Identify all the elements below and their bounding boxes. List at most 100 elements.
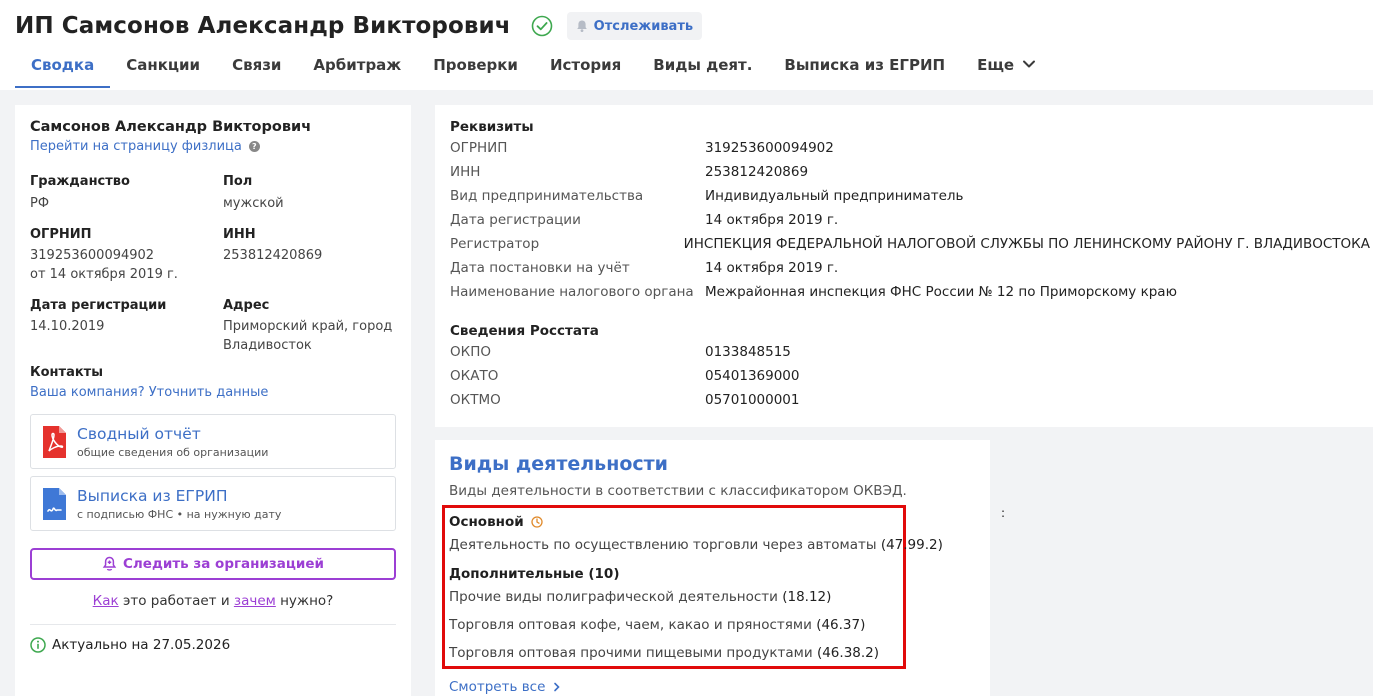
activity-item: Торговля оптовая прочими пищевыми продук…	[449, 645, 879, 661]
ogrnip-inn: ОГРНИП 319253600094902 от 14 октября 201…	[30, 227, 396, 284]
requisites-row: Регистратор ИНСПЕКЦИЯ ФЕДЕРАЛЬНОЙ НАЛОГОВ…	[450, 232, 1370, 256]
citizenship-gender: Гражданство РФ Пол мужской	[30, 174, 396, 213]
chevron-right-icon	[554, 682, 561, 692]
activity-code: (47.99.2)	[880, 537, 943, 553]
requisites-card: Реквизиты ОГРНИП 319253600094902 ИНН 25381…	[435, 105, 1373, 427]
main-activity-heading: Основной	[449, 514, 543, 530]
track-button[interactable]: Отслеживать	[566, 12, 703, 40]
person-page-link[interactable]: Перейти на страницу физлица	[30, 139, 242, 154]
info-icon	[30, 637, 46, 653]
bell-icon	[576, 20, 587, 32]
tab-more[interactable]: Еще	[961, 50, 1052, 88]
regdate-value: 14.10.2019	[30, 319, 105, 334]
requisites-row: Вид предпринимательства Индивидуальный пр…	[450, 184, 1370, 208]
page-header: ИП Самсонов Александр Викторович Отслежи…	[0, 0, 1373, 90]
row-value: 14 октября 2019 г.	[705, 260, 839, 276]
how-link[interactable]: Как	[93, 593, 119, 609]
activities-title[interactable]: Виды деятельности	[449, 453, 976, 475]
row-key: Дата регистрации	[450, 212, 581, 228]
row-value: Межрайонная инспекция ФНС России № 12 по…	[705, 284, 1177, 300]
tab-arbitration[interactable]: Арбитраж	[297, 50, 417, 88]
report-title: Сводный отчёт	[77, 424, 201, 443]
help-icon[interactable]: ?	[248, 141, 260, 152]
citizenship-label: Гражданство	[30, 174, 130, 189]
row-key: ОКТМО	[450, 392, 501, 408]
row-value: 319253600094902	[705, 140, 834, 156]
row-value: ИНСПЕКЦИЯ ФЕДЕРАЛЬНОЙ НАЛОГОВОЙ СЛУЖБЫ П…	[683, 236, 1370, 252]
tab-inspections[interactable]: Проверки	[417, 50, 534, 88]
row-key: ОКПО	[450, 344, 491, 360]
regdate-label: Дата регистрации	[30, 298, 167, 313]
activities-card: Виды деятельности Виды деятельности в со…	[435, 440, 990, 696]
ogrnip-value: 319253600094902	[30, 248, 155, 263]
chevron-down-icon	[1023, 60, 1036, 68]
row-value: 0133848515	[705, 344, 791, 360]
main-activity-label: Основной	[449, 514, 524, 530]
activity-text: Торговля оптовая кофе, чаем, какао и пря…	[449, 617, 812, 633]
rosstat-row: ОКТМО 05701000001	[450, 388, 1370, 412]
address-label: Адрес	[223, 298, 270, 313]
extract-title: Выписка из ЕГРИП	[77, 486, 228, 505]
rosstat-list: ОКПО 0133848515 ОКАТО 05401369000 ОКТМО 057…	[450, 340, 1370, 412]
document-icon	[41, 487, 67, 521]
tab-more-label: Еще	[977, 56, 1015, 74]
ogrnip-date: от 14 октября 2019 г.	[30, 267, 178, 282]
activity-item: Торговля оптовая кофе, чаем, какао и пря…	[449, 617, 865, 633]
tab-activities[interactable]: Виды деят.	[637, 50, 768, 88]
row-key: ОГРНИП	[450, 140, 508, 156]
row-key: ИНН	[450, 164, 481, 180]
address-value: Приморский край, город Владивосток	[223, 319, 393, 353]
background-strip	[990, 427, 1002, 696]
why-text: нужно?	[280, 593, 334, 609]
see-all-link[interactable]: Смотреть все	[449, 679, 561, 695]
activity-code: (46.38.2)	[816, 645, 880, 661]
requisites-title: Реквизиты	[450, 119, 534, 135]
person-name: Самсонов Александр Викторович	[30, 119, 312, 135]
tab-links[interactable]: Связи	[216, 50, 297, 88]
requisites-row: ОГРНИП 319253600094902	[450, 136, 1370, 160]
gender-label: Пол	[223, 174, 253, 189]
tab-sanctions[interactable]: Санкции	[110, 50, 216, 88]
activity-text: Торговля оптовая прочими пищевыми продук…	[449, 645, 813, 661]
main-activity-item: Деятельность по осуществлению торговли ч…	[449, 537, 943, 553]
title-row: ИП Самсонов Александр Викторович Отслежи…	[15, 10, 703, 42]
gender-value: мужской	[223, 196, 284, 211]
row-value: Индивидуальный предприниматель	[705, 188, 964, 204]
tab-summary[interactable]: Сводка	[15, 50, 111, 88]
follow-organization-button[interactable]: Следить за организацией	[30, 548, 396, 580]
tab-history[interactable]: История	[534, 50, 637, 88]
contacts-label: Контакты	[30, 365, 103, 380]
requisites-row: ИНН 253812420869	[450, 160, 1370, 184]
requisites-row: Дата постановки на учёт 14 октября 2019 г…	[450, 256, 1370, 280]
see-all-label: Смотреть все	[449, 679, 546, 695]
egrip-extract-button[interactable]: Выписка из ЕГРИП с подписью ФНС • на нуж…	[30, 476, 396, 531]
contacts-section: Контакты Ваша компания? Уточнить данные	[30, 365, 396, 400]
row-value: 14 октября 2019 г.	[705, 212, 839, 228]
activity-text: Деятельность по осуществлению торговли ч…	[449, 537, 877, 553]
page-title: ИП Самсонов Александр Викторович	[15, 13, 511, 39]
tab-bar: Сводка Санкции Связи Арбитраж Проверки И…	[15, 50, 1052, 88]
pdf-icon	[41, 425, 67, 459]
row-value: 253812420869	[705, 164, 809, 180]
row-key: Вид предпринимательства	[450, 188, 644, 204]
summary-card: Самсонов Александр Викторович Перейти на…	[15, 105, 411, 696]
inn-label: ИНН	[223, 227, 256, 242]
actual-date: Актуально на 27.05.2026	[52, 637, 231, 653]
activities-description: Виды деятельности в соответствии с класс…	[449, 483, 907, 499]
follow-label: Следить за организацией	[123, 556, 324, 572]
summary-report-button[interactable]: Сводный отчёт общие сведения об организа…	[30, 414, 396, 469]
activity-code: (18.12)	[782, 589, 832, 605]
side-mark: :	[1001, 506, 1006, 520]
additional-activities-heading: Дополнительные (10)	[449, 566, 620, 582]
rosstat-row: ОКПО 0133848515	[450, 340, 1370, 364]
clarify-data-link[interactable]: Ваша компания? Уточнить данные	[30, 385, 268, 400]
person-link-row: Перейти на страницу физлица ?	[30, 139, 396, 154]
row-key: Регистратор	[450, 236, 540, 252]
activity-item: Прочие виды полиграфической деятельности…	[449, 589, 831, 605]
tab-egrip-extract[interactable]: Выписка из ЕГРИП	[768, 50, 961, 88]
actual-date-row: Актуально на 27.05.2026	[30, 637, 396, 653]
why-link[interactable]: зачем	[234, 593, 276, 609]
rosstat-row: ОКАТО 05401369000	[450, 364, 1370, 388]
verified-check-icon	[531, 15, 553, 37]
track-label: Отслеживать	[593, 18, 694, 34]
